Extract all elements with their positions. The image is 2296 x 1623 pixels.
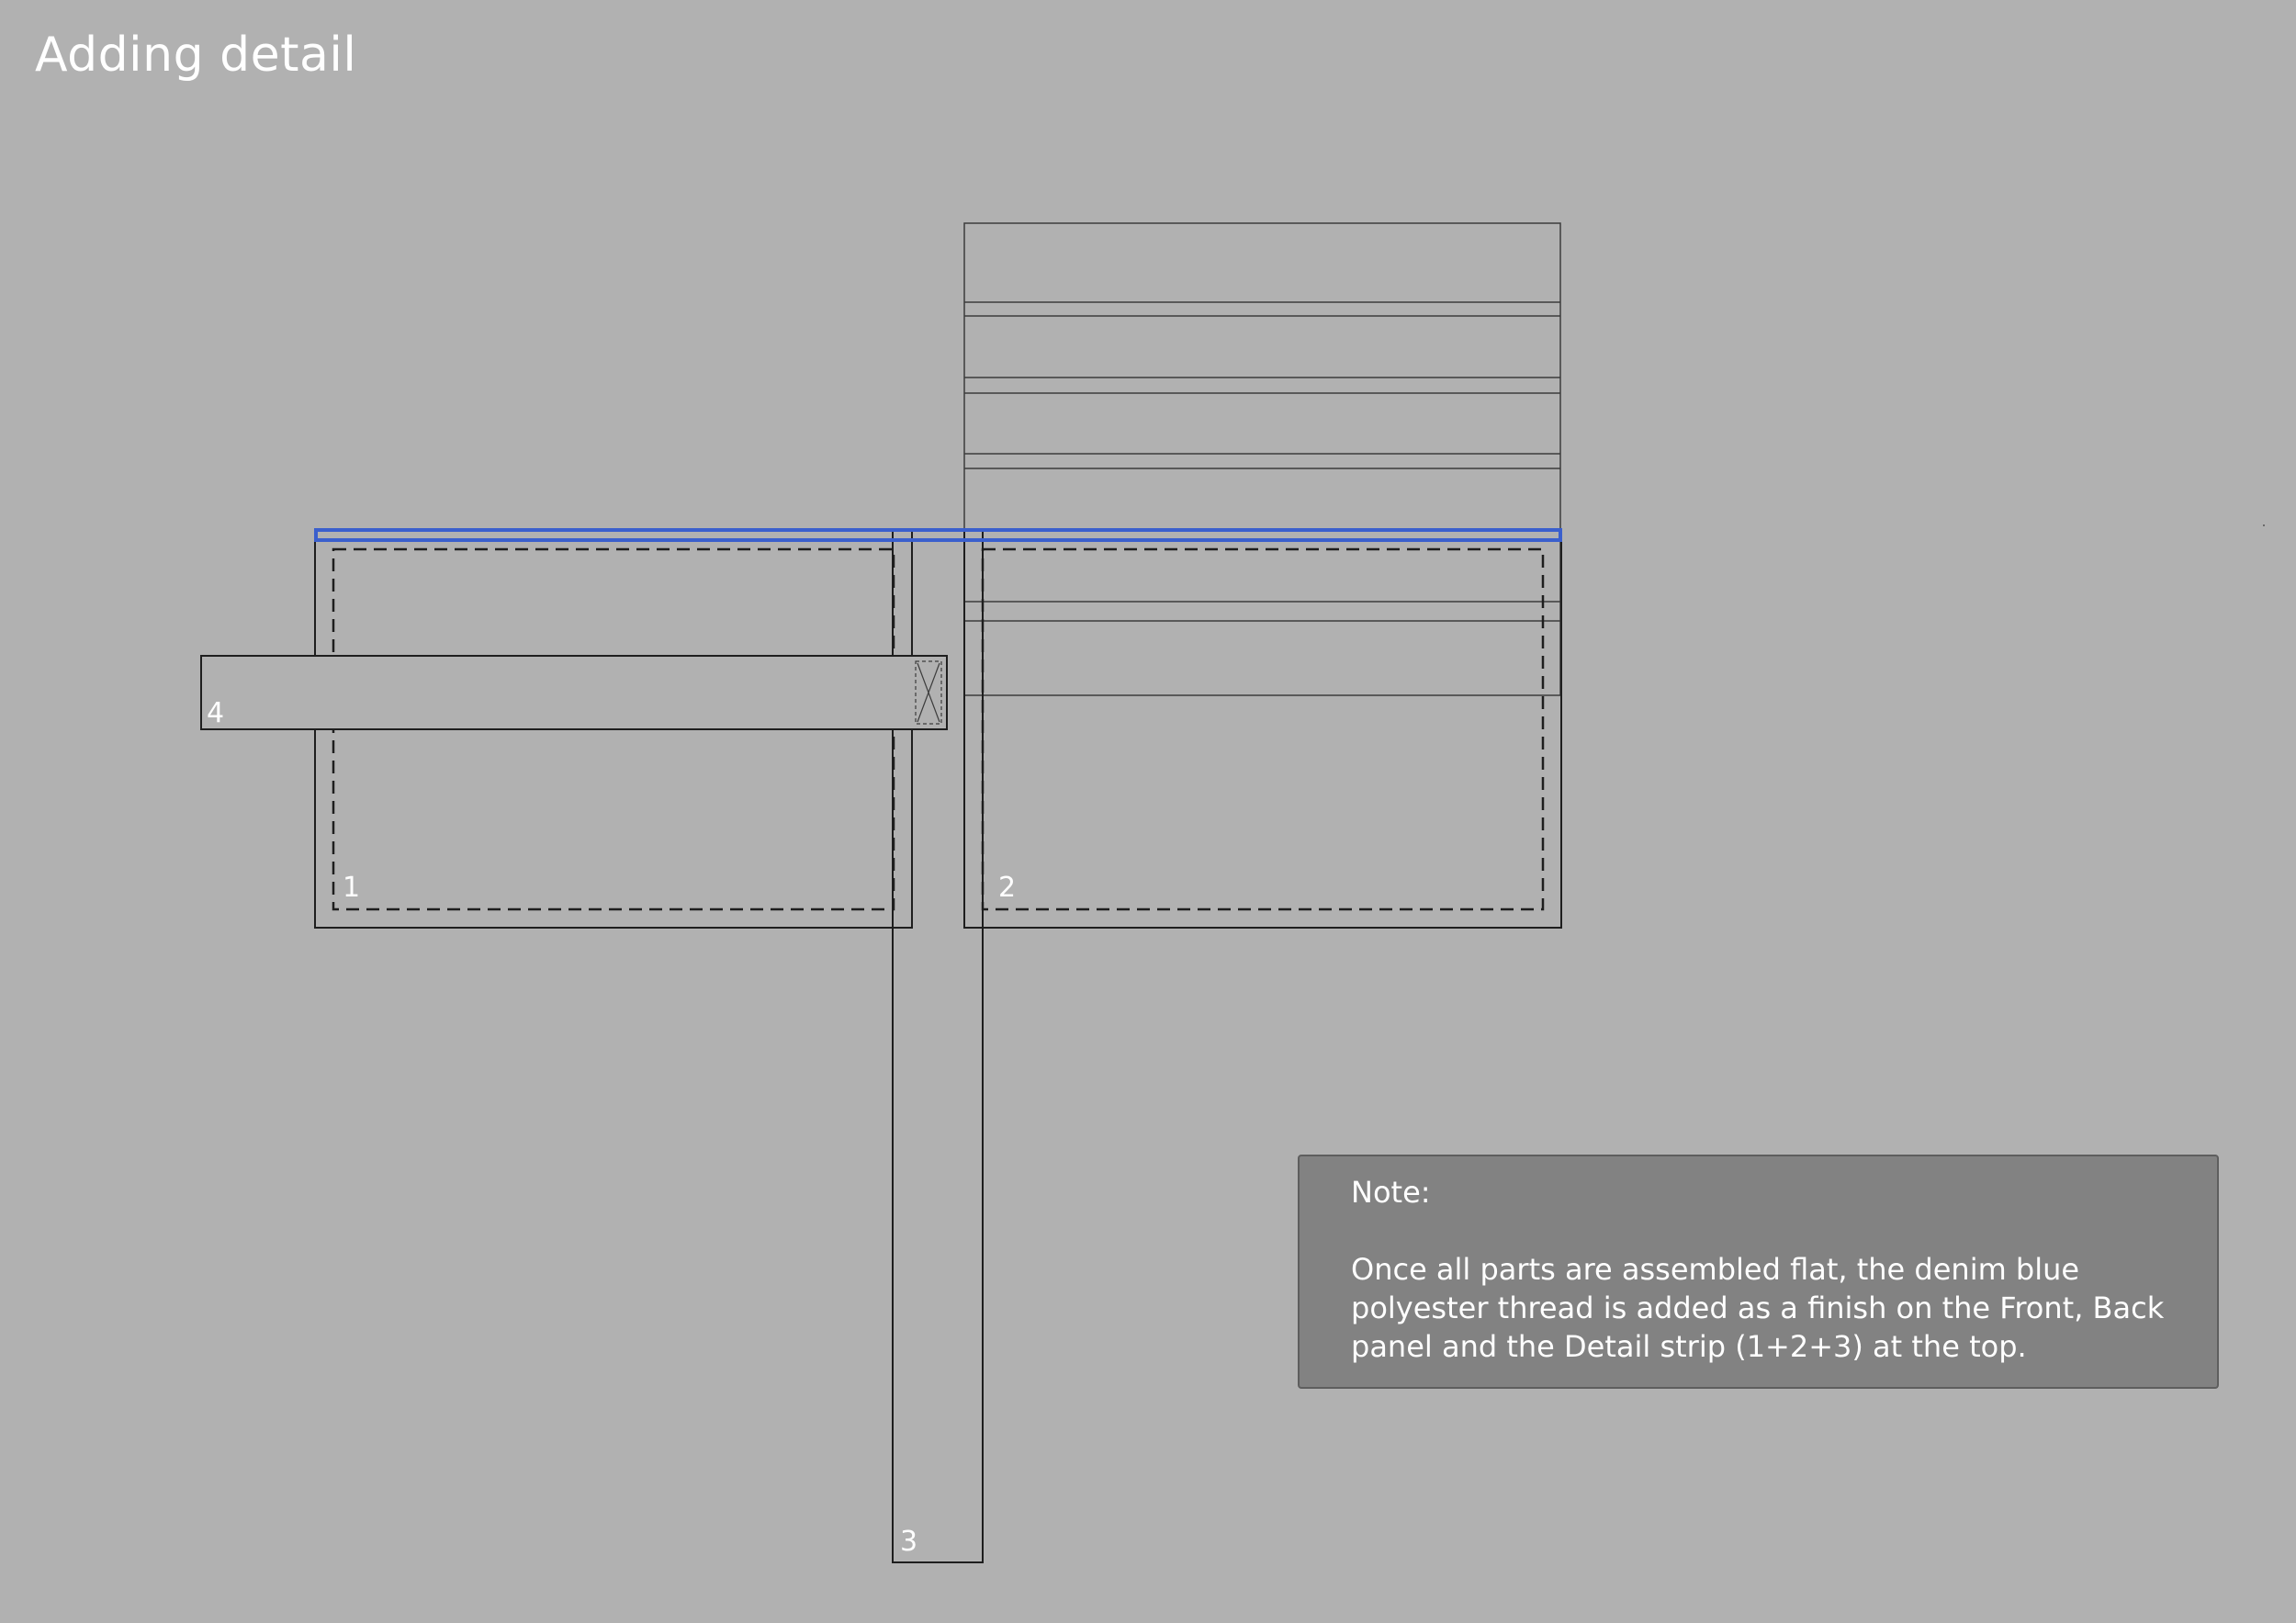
- pocket-strip-4: [200, 655, 948, 730]
- label-part-3: 3: [900, 1526, 917, 1558]
- note-body: Once all parts are assembled flat, the d…: [1351, 1252, 2165, 1364]
- label-part-4: 4: [207, 697, 224, 729]
- note-box: Note: Once all parts are assembled flat,…: [1298, 1155, 2219, 1389]
- back-panel-outline: [963, 530, 1562, 929]
- label-part-2: 2: [998, 872, 1016, 904]
- back-panel-flap: [963, 222, 1561, 696]
- note-heading: Note:: [1351, 1175, 1431, 1210]
- blue-thread-finish: [314, 528, 1562, 542]
- flap-outline: [963, 222, 1561, 696]
- back-panel-2: [963, 530, 1562, 929]
- pocket-strip-outline: [200, 655, 948, 730]
- label-part-1: 1: [343, 872, 360, 904]
- stray-dot: [2263, 524, 2265, 526]
- back-panel-seam-allowance: [981, 547, 1545, 911]
